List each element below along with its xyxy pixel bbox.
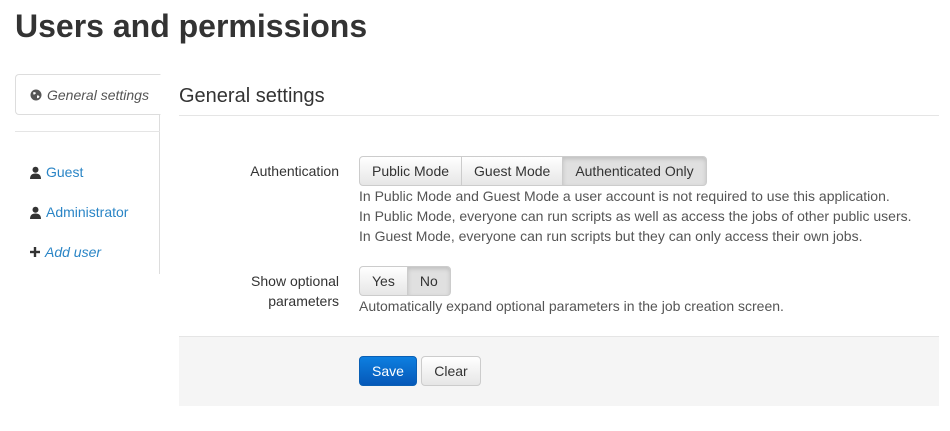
optional-params-label: Show optional parameters <box>179 271 339 311</box>
section-divider <box>179 115 939 116</box>
optional-params-help: Automatically expand optional parameters… <box>359 298 784 314</box>
tab-label: General settings <box>47 86 149 103</box>
authenticated-only-button[interactable]: Authenticated Only <box>562 156 707 186</box>
yes-button[interactable]: Yes <box>359 266 408 296</box>
authentication-help-2: In Public Mode, everyone can run scripts… <box>359 208 912 224</box>
sidebar-item-label: Guest <box>46 164 84 180</box>
sidebar-item-guest[interactable]: Guest <box>29 164 83 180</box>
tab-general-settings[interactable]: General settings <box>15 74 161 115</box>
authentication-help-3: In Guest Mode, everyone can run scripts … <box>359 228 863 244</box>
user-icon <box>30 206 41 219</box>
optional-params-label-line2: parameters <box>268 293 339 309</box>
sidebar-item-add-user[interactable]: Add user <box>29 244 101 260</box>
authentication-mode-group: Public Mode Guest Mode Authenticated Onl… <box>359 156 707 186</box>
public-mode-button[interactable]: Public Mode <box>359 156 463 186</box>
save-button[interactable]: Save <box>359 356 417 386</box>
authentication-label: Authentication <box>250 163 339 179</box>
optional-params-label-line1: Show optional <box>251 273 339 289</box>
sidebar-item-label: Add user <box>45 244 102 260</box>
guest-mode-button[interactable]: Guest Mode <box>461 156 564 186</box>
authentication-help-1: In Public Mode and Guest Mode a user acc… <box>359 188 890 204</box>
sidebar-item-label: Administrator <box>46 204 129 220</box>
no-button[interactable]: No <box>406 266 451 296</box>
page-title: Users and permissions <box>15 8 368 44</box>
sidebar-divider <box>15 131 160 132</box>
user-icon <box>30 166 41 179</box>
sidebar: General settings Guest Administrator Add… <box>15 74 161 274</box>
optional-params-toggle: Yes No <box>359 266 451 296</box>
section-title: General settings <box>179 85 325 107</box>
sidebar-item-administrator[interactable]: Administrator <box>29 204 128 220</box>
plus-icon <box>30 247 40 257</box>
globe-icon <box>30 89 42 100</box>
clear-button[interactable]: Clear <box>421 356 481 386</box>
form-actions-bar <box>179 336 939 406</box>
